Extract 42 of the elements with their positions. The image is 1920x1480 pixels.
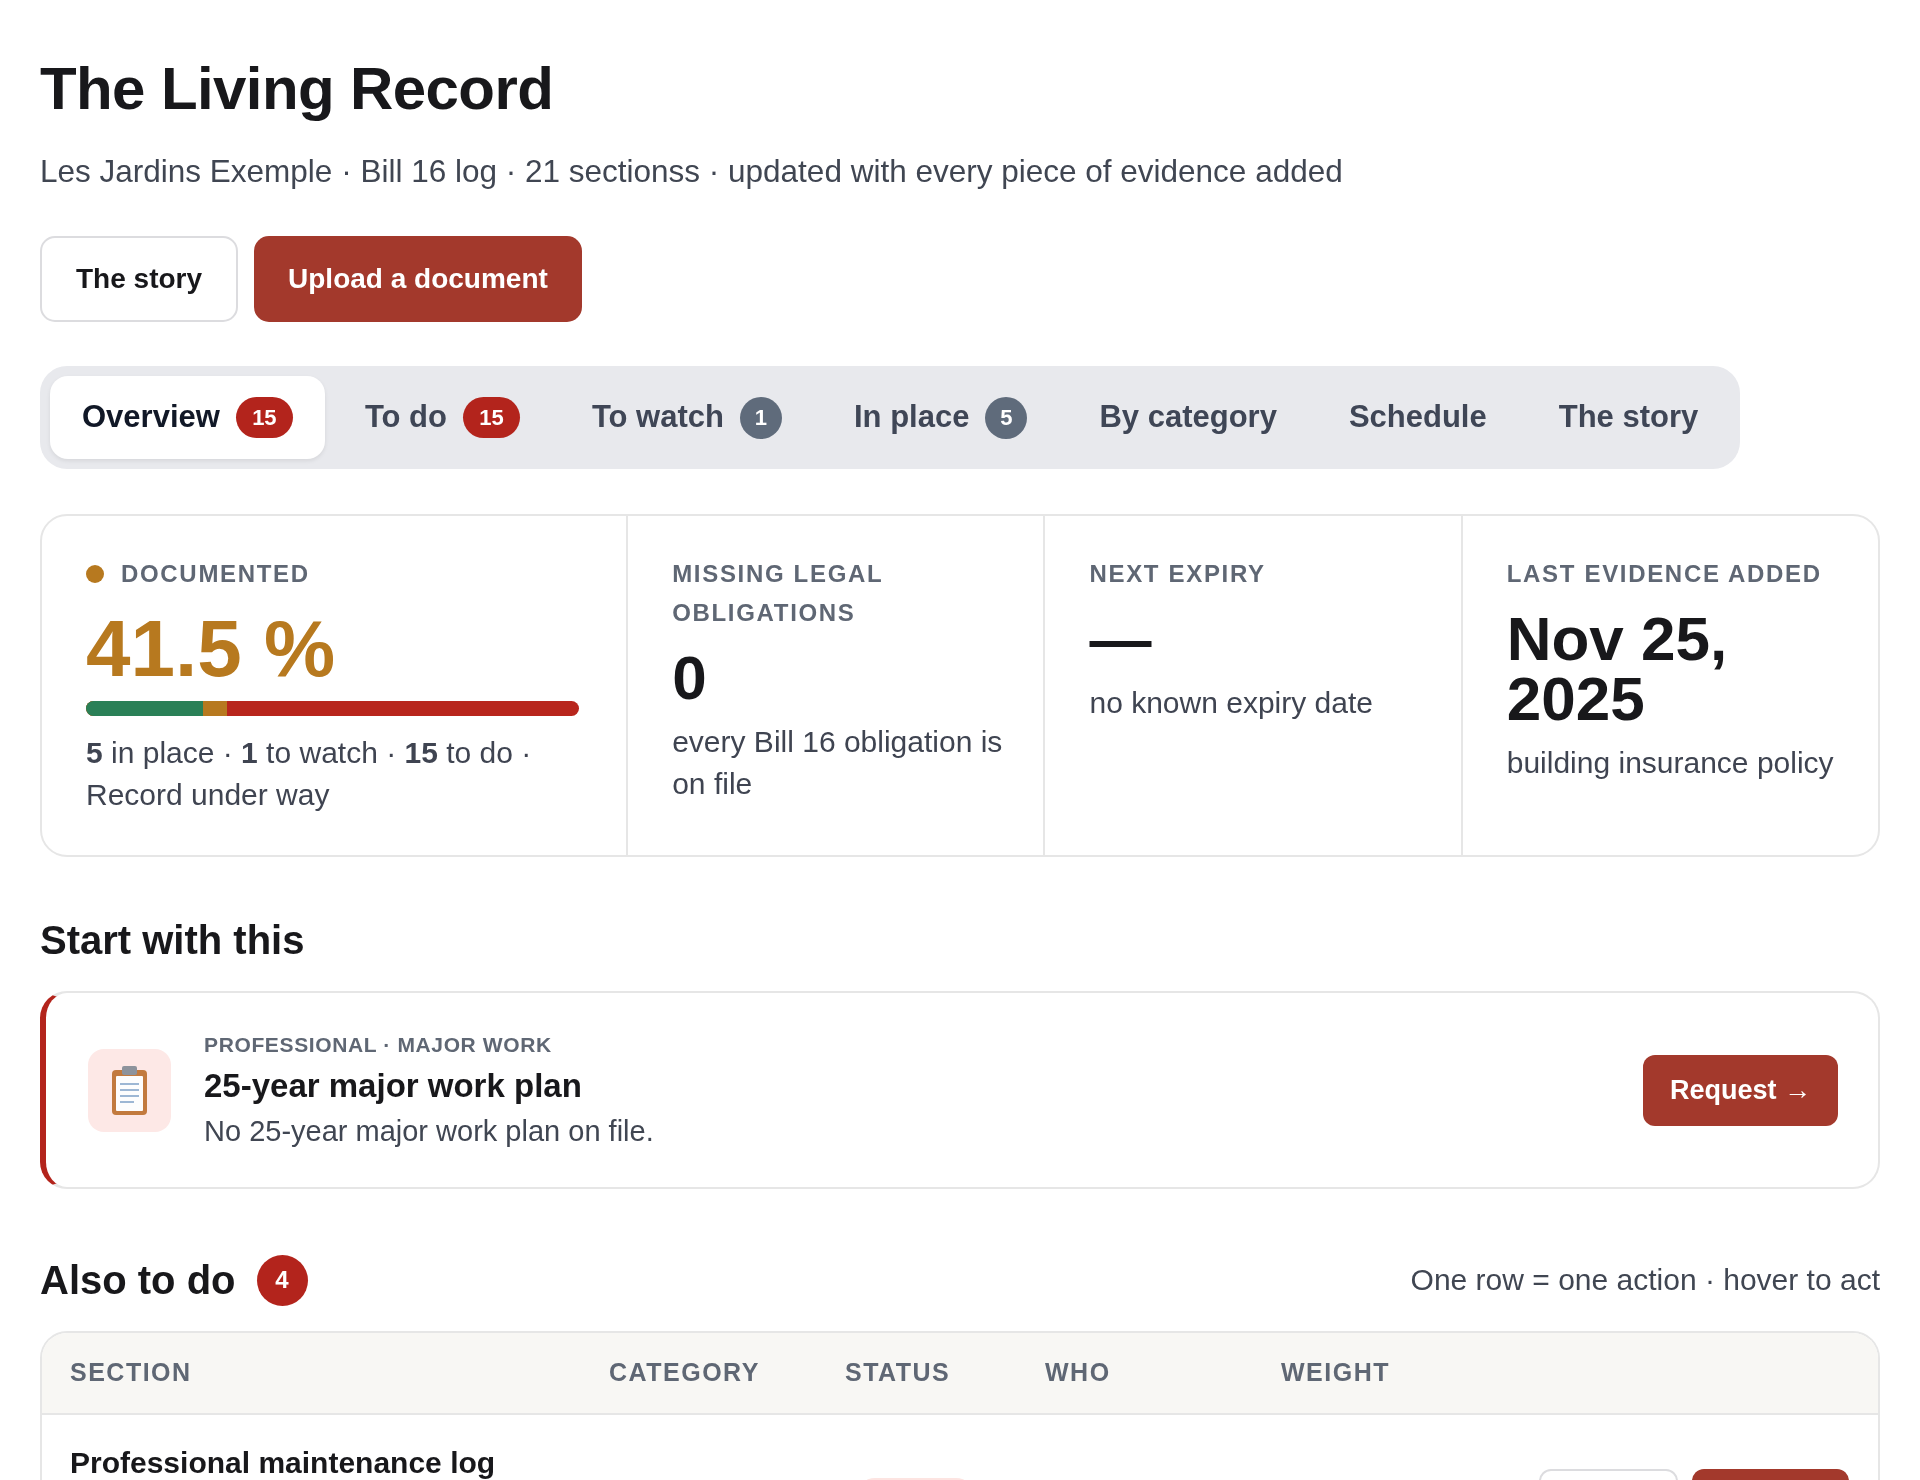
page-title: The Living Record [40, 59, 555, 119]
table-hint: One row = one action · hover to act [1410, 1262, 1880, 1298]
tab[interactable]: The story [1526, 376, 1731, 459]
stat-value: — [1089, 609, 1153, 669]
stat-label: MISSING LEGAL OBLIGATIONS [672, 559, 884, 628]
task-title: 25-year major work plan [204, 1066, 582, 1106]
stat-value: 41.5 % [86, 609, 337, 689]
tab[interactable]: To do 15 [332, 376, 552, 459]
column-header: WHO [1045, 1358, 1111, 1387]
stat-value: Nov 25, 2025 [1506, 609, 1729, 729]
tab[interactable]: Schedule [1316, 376, 1519, 459]
column-header: STATUS [845, 1358, 951, 1387]
stat-label: NEXT EXPIRY [1089, 559, 1266, 589]
tab[interactable]: By category [1067, 376, 1309, 459]
request-button[interactable]: Request → [1642, 1054, 1838, 1126]
task-eyebrow: PROFESSIONAL · MAJOR WORK [204, 1032, 552, 1058]
stat-note: building insurance policy [1506, 745, 1835, 781]
column-header: CATEGORY [609, 1358, 760, 1387]
stat-label: DOCUMENTED [121, 559, 310, 589]
count-badge: 15 [235, 397, 293, 438]
story-button[interactable]: The story [40, 236, 239, 322]
tab[interactable]: To watch 1 [559, 376, 814, 459]
stat-note: no known expiry date [1089, 685, 1374, 721]
column-header: WEIGHT [1281, 1358, 1390, 1387]
stat-note: every Bill 16 obligation is on file [672, 724, 1004, 802]
count-badge: 15 [462, 397, 520, 438]
stat-note: 5 in place · 1 to watch · 15 to do · Record under way [86, 735, 533, 813]
clipboard-icon [88, 1048, 171, 1132]
section-heading: Start with this [40, 917, 306, 964]
tab[interactable]: Overview 15 [50, 376, 325, 459]
page-subtitle: Les Jardins Exemple · Bill 16 log · 21 sectionss · updated with every piece of evidence added [40, 152, 1344, 190]
count-badge: 1 [740, 396, 782, 439]
stat-value: 0 [672, 648, 708, 708]
count-badge: 4 [256, 1254, 308, 1306]
stat-label: LAST EVIDENCE ADDED [1506, 559, 1822, 589]
section-heading: Also to do [40, 1257, 236, 1304]
column-header: SECTION [70, 1358, 192, 1387]
tab[interactable]: In place 5 [822, 376, 1060, 459]
count-badge: 5 [985, 396, 1028, 439]
task-description: No 25-year major work plan on file. [204, 1114, 654, 1149]
table-cell: Professional maintenance log [70, 1446, 496, 1479]
upload-button[interactable]: Upload a document [254, 236, 582, 322]
